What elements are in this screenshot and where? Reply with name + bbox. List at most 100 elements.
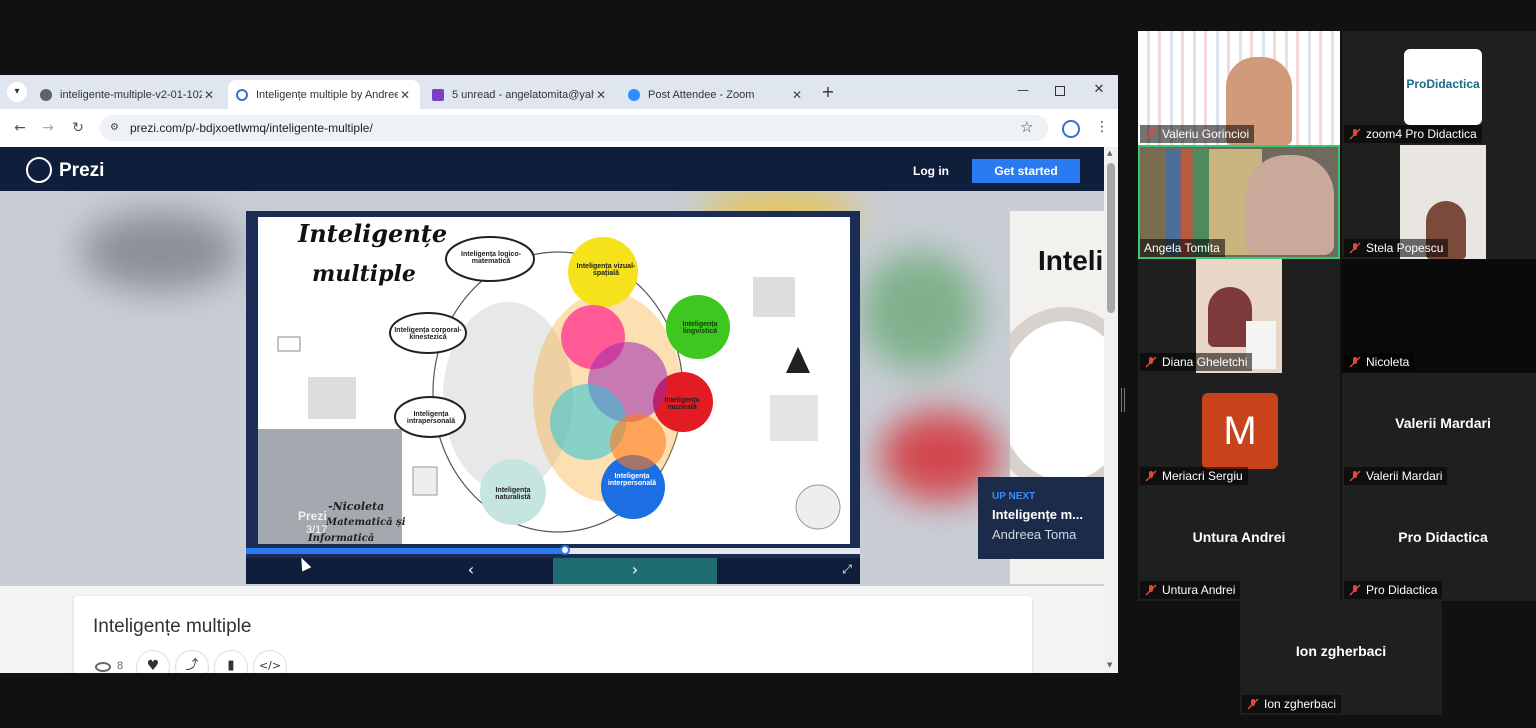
node-logico-matematica: Inteligența logico-matematică	[461, 251, 521, 265]
participant-tile-zoom4-pro-didactica[interactable]: ProDidactica zoom4 Pro Didactica	[1342, 31, 1536, 145]
tab-label: inteligente-multiple-v2-01-102	[60, 88, 202, 101]
author-line2: Matematică și	[326, 517, 406, 528]
restore-button[interactable]	[1055, 86, 1065, 96]
login-link[interactable]: Log in	[913, 164, 949, 178]
reload-icon[interactable]: ↻	[68, 118, 88, 138]
slide-controls: ‹ › ⤢	[246, 558, 860, 584]
participant-tile-diana-gheletchi[interactable]: Diana Gheletchi	[1138, 259, 1340, 373]
close-window-button[interactable]: ✕	[1092, 82, 1106, 97]
node-muzicala: Inteligența muzicală	[664, 397, 700, 411]
participant-tile-pro-didactica[interactable]: Pro Didactica Pro Didactica	[1342, 487, 1536, 601]
mic-muted-icon	[1348, 127, 1362, 141]
close-icon[interactable]: ✕	[398, 88, 412, 102]
back-icon[interactable]: ←	[10, 118, 30, 138]
forward-icon[interactable]: →	[38, 118, 58, 138]
tab-label: Inteligențe multiple by Andreea	[256, 88, 398, 101]
views-count: 8	[117, 660, 124, 672]
up-next-title: Inteligențe m...	[992, 507, 1084, 522]
mic-muted-icon	[1348, 241, 1362, 255]
like-button[interactable]: ♥	[136, 650, 170, 673]
participant-nameplate: Pro Didactica	[1344, 581, 1443, 599]
page-viewport: Prezi Log in Get started Inteligențe mul…	[0, 147, 1104, 673]
scroll-down-icon[interactable]: ▼	[1107, 661, 1112, 669]
participant-tile-meriacri-sergiu[interactable]: M Meriacri Sergiu	[1138, 373, 1340, 487]
tab-prezi[interactable]: Inteligențe multiple by Andreea ✕	[228, 80, 420, 109]
tab-label: 5 unread - angelatomita@yaho	[452, 88, 594, 101]
get-started-button[interactable]: Get started	[972, 159, 1080, 183]
tab-label: Post Attendee - Zoom	[648, 88, 755, 101]
participant-nameplate: Ion zgherbaci	[1242, 695, 1342, 713]
participant-tile-valerii-mardari[interactable]: Valerii Mardari Valerii Mardari	[1342, 373, 1536, 487]
prev-slide-button[interactable]: ‹	[446, 558, 496, 584]
participant-nameplate: Valeriu Gorincioi	[1140, 125, 1255, 143]
panel-splitter-handle[interactable]	[1121, 388, 1125, 412]
bookmark-star-icon[interactable]: ☆	[1020, 118, 1033, 136]
site-info-icon[interactable]: ⚙	[110, 122, 122, 134]
slide-content: Inteligențe multiple Inteligența logico-…	[258, 217, 850, 544]
mic-muted-icon	[1348, 583, 1362, 597]
new-tab-button[interactable]: +	[818, 82, 838, 102]
participant-nameplate: Untura Andrei	[1140, 581, 1241, 599]
avatar: M	[1202, 393, 1278, 469]
prezi-info-area: Inteligențe multiple 8 ♥ ⤴ ▮ </>	[0, 586, 1104, 673]
participant-nameplate: Valerii Mardari	[1344, 467, 1448, 485]
participant-tile-nicoleta[interactable]: Nicoleta	[1342, 259, 1536, 373]
tab-zoom[interactable]: Post Attendee - Zoom ✕	[620, 80, 812, 109]
participant-nameplate: Stela Popescu	[1344, 239, 1449, 257]
tab-yahoo-mail[interactable]: 5 unread - angelatomita@yaho ✕	[424, 80, 616, 109]
participant-name: Nicoleta	[1366, 355, 1410, 369]
browser-window: ▾ inteligente-multiple-v2-01-102 ✕ Intel…	[0, 75, 1118, 673]
participant-nameplate: Diana Gheletchi	[1140, 353, 1253, 371]
url-text: prezi.com/p/-bdjxoetlwmq/inteligente-mul…	[130, 121, 373, 135]
progress-handle[interactable]	[560, 545, 571, 555]
minimize-button[interactable]: —	[1016, 83, 1030, 97]
participant-name: Meriacri Sergiu	[1162, 469, 1243, 483]
tab-search-button[interactable]: ▾	[7, 82, 27, 102]
participant-tile-angela-tomita[interactable]: Angela Tomita	[1138, 145, 1340, 259]
views-icon	[95, 662, 111, 672]
up-next-card[interactable]: UP NEXT Inteligențe m... Andreea Toma	[978, 477, 1104, 559]
page-indicator: 3/17	[306, 524, 328, 536]
close-icon[interactable]: ✕	[790, 88, 804, 102]
up-next-author: Andreea Toma	[992, 527, 1077, 542]
tab-drive-file[interactable]: inteligente-multiple-v2-01-102 ✕	[32, 80, 224, 109]
background-blur	[860, 251, 980, 371]
participant-nameplate: Angela Tomita	[1140, 239, 1225, 257]
prezi-info-card: Inteligențe multiple 8 ♥ ⤴ ▮ </>	[74, 596, 1032, 673]
participant-tile-untura-andrei[interactable]: Untura Andrei Untura Andrei	[1138, 487, 1340, 601]
fullscreen-icon[interactable]: ⤢	[840, 562, 854, 576]
close-icon[interactable]: ✕	[202, 88, 216, 102]
slide-progress-fill	[246, 548, 566, 554]
profile-icon[interactable]	[1062, 120, 1080, 138]
author-line1: -Nicoleta	[328, 500, 385, 513]
node-naturalista: Inteligența naturalistă	[495, 487, 531, 501]
participant-name: Diana Gheletchi	[1162, 355, 1248, 369]
embed-button[interactable]: </>	[253, 650, 287, 673]
toolbar: ← → ↻ ⚙ prezi.com/p/-bdjxoetlwmq/intelig…	[0, 109, 1118, 148]
next-slide-button[interactable]: ›	[553, 558, 717, 584]
mic-muted-icon	[1348, 469, 1362, 483]
mic-muted-icon	[1144, 583, 1158, 597]
menu-kebab-icon[interactable]: ⋮	[1095, 119, 1109, 135]
prezi-logo-icon	[26, 157, 52, 183]
save-button[interactable]: ▮	[214, 650, 248, 673]
zoom-icon	[628, 88, 640, 101]
participant-name: Ion zgherbaci	[1264, 697, 1337, 711]
share-button[interactable]: ⤴	[175, 650, 209, 673]
participant-tile-valeriu-gorincioi[interactable]: Valeriu Gorincioi	[1138, 31, 1340, 145]
slide-frame[interactable]: Inteligențe multiple Inteligența logico-…	[246, 211, 860, 584]
prezi-logo-text: Prezi	[59, 160, 105, 181]
participant-tile-stela-popescu[interactable]: Stela Popescu	[1342, 145, 1536, 259]
close-icon[interactable]: ✕	[594, 88, 608, 102]
scroll-up-icon[interactable]: ▲	[1107, 149, 1112, 157]
participant-name: Valeriu Gorincioi	[1162, 127, 1250, 141]
mic-muted-icon	[1144, 355, 1158, 369]
participant-name: zoom4 Pro Didactica	[1366, 127, 1477, 141]
prezi-header: Prezi Log in Get started	[0, 147, 1104, 191]
address-bar[interactable]: ⚙ prezi.com/p/-bdjxoetlwmq/inteligente-m…	[100, 115, 1048, 141]
page-scrollbar[interactable]: ▲ ▼	[1104, 147, 1118, 673]
participant-name: Pro Didactica	[1366, 583, 1438, 597]
scrollbar-thumb[interactable]	[1107, 163, 1115, 313]
participant-tile-ion-zgherbaci[interactable]: Ion zgherbaci Ion zgherbaci	[1240, 601, 1442, 715]
slide-progress-track[interactable]	[246, 545, 860, 555]
